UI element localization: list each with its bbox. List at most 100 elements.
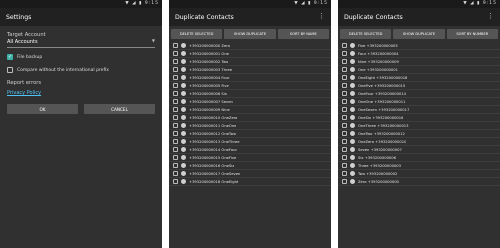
contact-checkbox[interactable] <box>342 131 347 136</box>
contact-row[interactable]: OneSix +393200000016 <box>338 114 500 122</box>
contact-checkbox[interactable] <box>173 51 178 56</box>
contact-row[interactable]: +393200000007 Seven <box>169 98 331 106</box>
contact-row[interactable]: Six +393200000006 <box>338 154 500 162</box>
contact-checkbox[interactable] <box>342 99 347 104</box>
contact-row[interactable]: OneSeven +393200000017 <box>338 106 500 114</box>
contact-row[interactable]: +393200000006 Six <box>169 90 331 98</box>
contact-row[interactable]: +393200000012 OneTwo <box>169 130 331 138</box>
contact-checkbox[interactable] <box>173 147 178 152</box>
overflow-menu-icon[interactable]: ⋮ <box>487 12 494 21</box>
contact-row[interactable]: +393200000009 Nine <box>169 106 331 114</box>
contact-checkbox[interactable] <box>342 51 347 56</box>
contact-row[interactable]: +393200000013 OneThree <box>169 138 331 146</box>
contact-row[interactable]: Three +393200000003 <box>338 162 500 170</box>
contact-row[interactable]: Four +393200000004 <box>338 50 500 58</box>
contact-avatar-icon <box>350 91 355 96</box>
contact-checkbox[interactable] <box>342 179 347 184</box>
contact-row[interactable]: OneZero +393200000010 <box>338 138 500 146</box>
privacy-policy-link[interactable]: Privacy Policy <box>7 90 155 96</box>
contact-label: Nine +393200000009 <box>358 59 399 64</box>
file-backup-checkbox[interactable]: ✓ <box>7 54 13 60</box>
contact-checkbox[interactable] <box>342 115 347 120</box>
contact-row[interactable]: +393200000005 Five <box>169 82 331 90</box>
contact-label: +393200000005 Five <box>189 83 229 88</box>
contact-checkbox[interactable] <box>342 59 347 64</box>
contact-checkbox[interactable] <box>173 43 178 48</box>
contact-row[interactable]: +393200000015 OneFive <box>169 154 331 162</box>
overflow-menu-icon[interactable]: ⋮ <box>318 12 325 21</box>
contact-checkbox[interactable] <box>173 179 178 184</box>
contact-checkbox[interactable] <box>342 83 347 88</box>
settings-screen: ▼ ◢ ▮ 9:15 Settings Target Account All A… <box>0 0 162 248</box>
contact-row[interactable]: Five +393200000005 <box>338 42 500 50</box>
contact-checkbox[interactable] <box>173 123 178 128</box>
delete-selected-button[interactable]: DELETE SELECTED <box>171 29 223 39</box>
contact-checkbox[interactable] <box>342 123 347 128</box>
contact-row[interactable]: +393200000016 OneSix <box>169 162 331 170</box>
contact-row[interactable]: Two +393200000002 <box>338 170 500 178</box>
contact-checkbox[interactable] <box>173 155 178 160</box>
show-duplicate-button[interactable]: SHOW DUPLICATE <box>224 29 276 39</box>
contact-checkbox[interactable] <box>342 67 347 72</box>
contact-row[interactable]: One +393200000001 <box>338 66 500 74</box>
contact-checkbox[interactable] <box>173 131 178 136</box>
contact-checkbox[interactable] <box>342 147 347 152</box>
sort-button[interactable]: SORT BY NUMBER <box>446 29 498 39</box>
contact-checkbox[interactable] <box>342 43 347 48</box>
contact-checkbox[interactable] <box>173 139 178 144</box>
contact-checkbox[interactable] <box>173 91 178 96</box>
contact-checkbox[interactable] <box>173 75 178 80</box>
account-select[interactable]: All Accounts ▼ <box>7 38 155 48</box>
file-backup-row[interactable]: ✓ File backup <box>7 54 155 60</box>
contact-row[interactable]: +393200000000 Zero <box>169 42 331 50</box>
contact-row[interactable]: Nine +393200000009 <box>338 58 500 66</box>
contact-row[interactable]: +393200000002 Two <box>169 58 331 66</box>
contact-label: +393200000009 Nine <box>189 107 230 112</box>
contact-row[interactable]: +393200000018 OneEight <box>169 178 331 186</box>
contact-checkbox[interactable] <box>173 83 178 88</box>
contact-checkbox[interactable] <box>173 59 178 64</box>
contact-checkbox[interactable] <box>173 171 178 176</box>
compare-prefix-checkbox[interactable] <box>7 67 13 73</box>
contact-label: +393200000016 OneSix <box>189 163 235 168</box>
contact-checkbox[interactable] <box>173 163 178 168</box>
contact-row[interactable]: OneTwo +393200000012 <box>338 130 500 138</box>
contact-row[interactable]: OneFive +393200000015 <box>338 82 500 90</box>
contact-row[interactable]: Zero +393200000000 <box>338 178 500 186</box>
contact-checkbox[interactable] <box>342 75 347 80</box>
contact-row[interactable]: +393200000014 OneFour <box>169 146 331 154</box>
contact-checkbox[interactable] <box>173 67 178 72</box>
contact-checkbox[interactable] <box>173 99 178 104</box>
contact-row[interactable]: +393200000001 One <box>169 50 331 58</box>
status-bar: ▼ ◢ ▮ 9:15 <box>0 0 162 8</box>
contact-row[interactable]: OneEight +393200000018 <box>338 74 500 82</box>
contact-row[interactable]: Seven +393200000007 <box>338 146 500 154</box>
contact-checkbox[interactable] <box>342 163 347 168</box>
contact-row[interactable]: OneOne +393200000011 <box>338 98 500 106</box>
contact-row[interactable]: OneThree +393200000013 <box>338 122 500 130</box>
delete-selected-button[interactable]: DELETE SELECTED <box>340 29 392 39</box>
contact-avatar-icon <box>181 59 186 64</box>
contact-row[interactable]: +393200000004 Four <box>169 74 331 82</box>
contact-row[interactable]: OneFour +393200000014 <box>338 90 500 98</box>
show-duplicate-button[interactable]: SHOW DUPLICATE <box>393 29 445 39</box>
contact-checkbox[interactable] <box>342 171 347 176</box>
contact-row[interactable]: +393200000011 OneOne <box>169 122 331 130</box>
cancel-button[interactable]: CANCEL <box>84 104 155 114</box>
contact-checkbox[interactable] <box>173 107 178 112</box>
contact-avatar-icon <box>181 67 186 72</box>
contact-checkbox[interactable] <box>342 139 347 144</box>
contact-label: OneOne +393200000011 <box>358 99 406 104</box>
contact-checkbox[interactable] <box>173 115 178 120</box>
contact-checkbox[interactable] <box>342 91 347 96</box>
settings-app-bar: Settings <box>0 8 162 26</box>
contact-checkbox[interactable] <box>342 155 347 160</box>
report-errors-item[interactable]: Report errors <box>7 80 155 86</box>
contact-row[interactable]: +393200000017 OneSeven <box>169 170 331 178</box>
contact-checkbox[interactable] <box>342 107 347 112</box>
contact-row[interactable]: +393200000003 Three <box>169 66 331 74</box>
compare-prefix-row[interactable]: Compare without the international prefix <box>7 67 155 73</box>
contact-row[interactable]: +393200000010 OneZero <box>169 114 331 122</box>
sort-button[interactable]: SORT BY NAME <box>277 29 329 39</box>
ok-button[interactable]: OK <box>7 104 78 114</box>
